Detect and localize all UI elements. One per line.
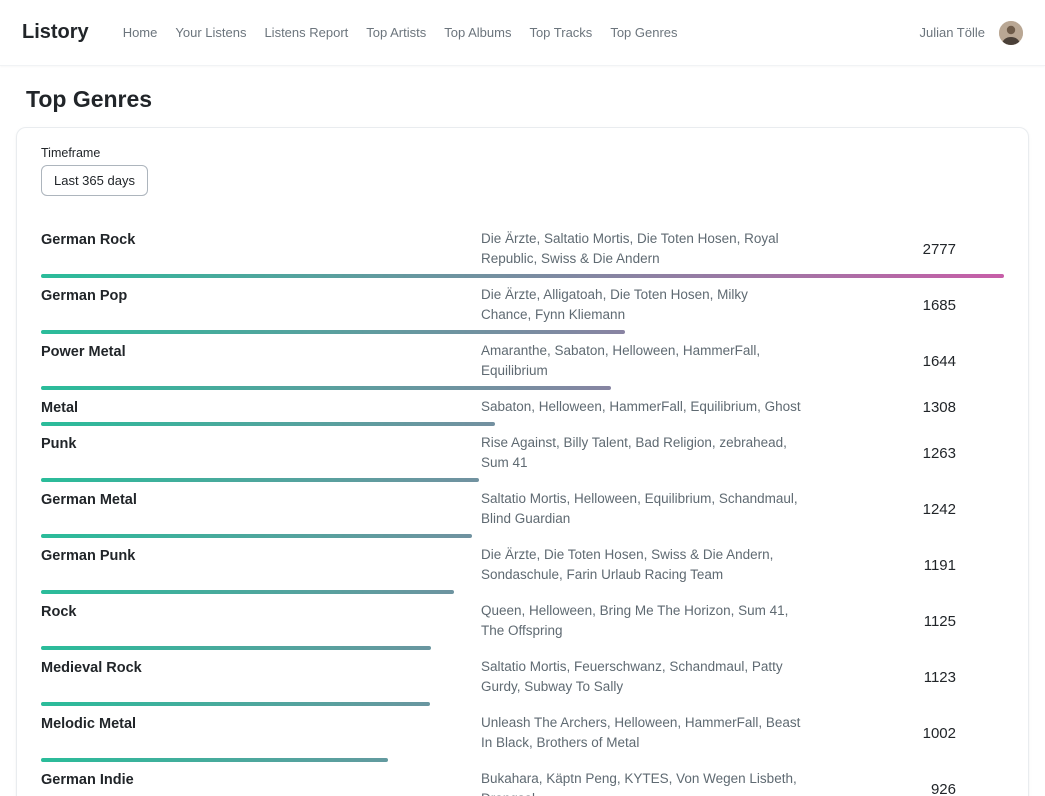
genre-row-grid: German Indie Bukahara, Käptn Peng, KYTES… [41, 769, 1004, 796]
genre-name: Punk [41, 433, 481, 452]
genre-row-grid: Medieval Rock Saltatio Mortis, Feuerschw… [41, 657, 1004, 697]
genre-artists: Bukahara, Käptn Peng, KYTES, Von Wegen L… [481, 769, 801, 796]
genre-name: German Indie [41, 769, 481, 788]
nav-item-your-listens[interactable]: Your Listens [175, 25, 246, 40]
genre-artists: Saltatio Mortis, Helloween, Equilibrium,… [481, 489, 801, 529]
genre-name: Rock [41, 601, 481, 620]
timeframe-select[interactable]: Last 365 days [41, 165, 148, 196]
genre-row-grid: German Rock Die Ärzte, Saltatio Mortis, … [41, 229, 1004, 269]
genre-row-grid: Power Metal Amaranthe, Sabaton, Hellowee… [41, 341, 1004, 381]
top-navigation: Listory Home Your Listens Listens Report To… [0, 0, 1045, 66]
genre-row: German Rock Die Ärzte, Saltatio Mortis, … [41, 222, 1004, 278]
user-avatar-icon[interactable] [999, 21, 1023, 45]
genre-row-grid: German Pop Die Ärzte, Alligatoah, Die To… [41, 285, 1004, 325]
genre-row: German Indie Bukahara, Käptn Peng, KYTES… [41, 762, 1004, 796]
genre-count: 1125 [806, 613, 1004, 630]
genre-row-grid: German Metal Saltatio Mortis, Helloween,… [41, 489, 1004, 529]
genre-artists: Sabaton, Helloween, HammerFall, Equilibr… [481, 397, 801, 417]
genre-artists: Die Ärzte, Die Toten Hosen, Swiss & Die … [481, 545, 801, 585]
genre-count: 1685 [806, 297, 1004, 314]
genre-count: 2777 [806, 241, 1004, 258]
genre-row: German Punk Die Ärzte, Die Toten Hosen, … [41, 538, 1004, 594]
genre-name: German Pop [41, 285, 481, 304]
genre-row: German Pop Die Ärzte, Alligatoah, Die To… [41, 278, 1004, 334]
nav-item-top-genres[interactable]: Top Genres [610, 25, 677, 40]
genre-name: Medieval Rock [41, 657, 481, 676]
genre-row-grid: Rock Queen, Helloween, Bring Me The Hori… [41, 601, 1004, 641]
genre-name: German Metal [41, 489, 481, 508]
genre-row: Rock Queen, Helloween, Bring Me The Hori… [41, 594, 1004, 650]
genre-artists: Rise Against, Billy Talent, Bad Religion… [481, 433, 801, 473]
genre-artists: Die Ärzte, Saltatio Mortis, Die Toten Ho… [481, 229, 801, 269]
genre-row: Melodic Metal Unleash The Archers, Hello… [41, 706, 1004, 762]
genre-artists: Saltatio Mortis, Feuerschwanz, Schandmau… [481, 657, 801, 697]
timeframe-label: Timeframe [41, 146, 1004, 160]
nav-item-listens-report[interactable]: Listens Report [264, 25, 348, 40]
genre-row: Power Metal Amaranthe, Sabaton, Hellowee… [41, 334, 1004, 390]
nav-item-home[interactable]: Home [123, 25, 158, 40]
genre-artists: Die Ärzte, Alligatoah, Die Toten Hosen, … [481, 285, 801, 325]
genre-name: German Punk [41, 545, 481, 564]
genre-count: 1242 [806, 501, 1004, 518]
genre-name: Power Metal [41, 341, 481, 360]
genre-row-grid: Metal Sabaton, Helloween, HammerFall, Eq… [41, 397, 1004, 417]
genre-name: Metal [41, 397, 481, 416]
genre-count: 1308 [806, 399, 1004, 416]
genre-count: 926 [806, 781, 1004, 796]
genre-count: 1191 [806, 557, 1004, 574]
genre-artists: Queen, Helloween, Bring Me The Horizon, … [481, 601, 801, 641]
genre-artists: Unleash The Archers, Helloween, HammerFa… [481, 713, 801, 753]
genre-row: Punk Rise Against, Billy Talent, Bad Rel… [41, 426, 1004, 482]
main-nav: Home Your Listens Listens Report Top Artist… [123, 25, 920, 40]
user-name[interactable]: Julian Tölle [919, 25, 985, 40]
nav-item-top-albums[interactable]: Top Albums [444, 25, 511, 40]
genre-row-grid: Melodic Metal Unleash The Archers, Hello… [41, 713, 1004, 753]
genre-row-grid: German Punk Die Ärzte, Die Toten Hosen, … [41, 545, 1004, 585]
genre-count: 1644 [806, 353, 1004, 370]
genre-row: Metal Sabaton, Helloween, HammerFall, Eq… [41, 390, 1004, 426]
genre-name: Melodic Metal [41, 713, 481, 732]
genre-name: German Rock [41, 229, 481, 248]
genre-artists: Amaranthe, Sabaton, Helloween, HammerFal… [481, 341, 801, 381]
genre-row: Medieval Rock Saltatio Mortis, Feuerschw… [41, 650, 1004, 706]
nav-item-top-artists[interactable]: Top Artists [366, 25, 426, 40]
nav-item-top-tracks[interactable]: Top Tracks [529, 25, 592, 40]
genre-count: 1002 [806, 725, 1004, 742]
brand-logo[interactable]: Listory [22, 21, 89, 44]
genre-row-grid: Punk Rise Against, Billy Talent, Bad Rel… [41, 433, 1004, 473]
top-genres-card: Timeframe Last 365 days German Rock Die … [16, 127, 1029, 796]
genre-count: 1123 [806, 669, 1004, 686]
page-title: Top Genres [26, 86, 1029, 113]
genre-table: German Rock Die Ärzte, Saltatio Mortis, … [41, 222, 1004, 796]
genre-count: 1263 [806, 445, 1004, 462]
user-area: Julian Tölle [919, 21, 1023, 45]
genre-row: German Metal Saltatio Mortis, Helloween,… [41, 482, 1004, 538]
page-content: Top Genres Timeframe Last 365 days Germa… [0, 86, 1045, 796]
